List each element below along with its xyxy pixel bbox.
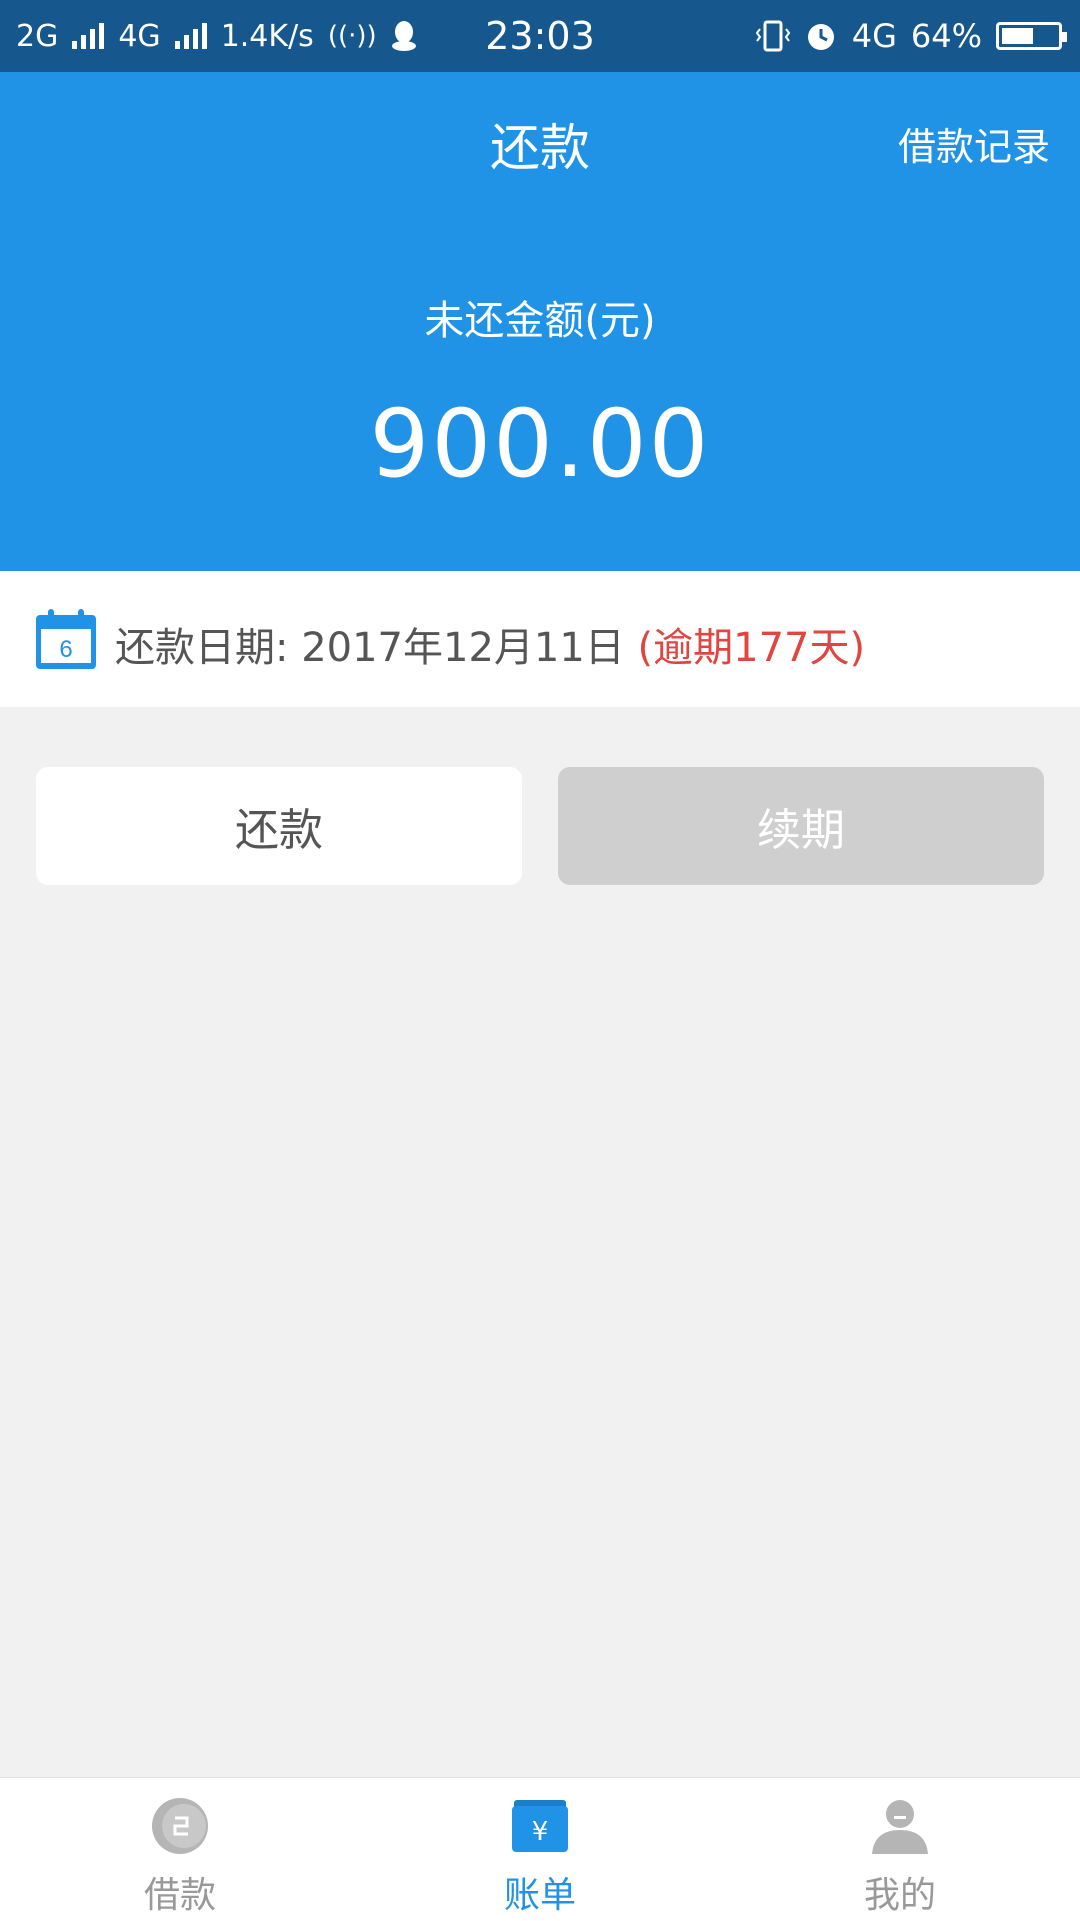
user-icon [872,1800,928,1854]
network-type-3: 4G [851,17,897,55]
battery-icon [996,22,1067,50]
overdue-badge: (逾期177天) [637,625,866,671]
calendar-icon: 6 [36,609,96,669]
due-date-label: 还款日期: [115,625,289,671]
wallet-icon: ¥ [512,1800,568,1852]
due-date-value: 2017年12月11日 [301,625,625,671]
nav-item-mine[interactable]: 我的 [780,1778,1020,1921]
status-right: 4G 64% [755,0,1067,72]
bottom-nav: 借款 ¥ 账单 我的 [0,1777,1080,1921]
svg-text:¥: ¥ [532,1817,549,1847]
vibrate-icon [755,20,790,52]
nav-label-bills: 账单 [503,1875,576,1916]
outstanding-amount-label: 未还金额(元) [424,298,656,344]
due-date-text: 还款日期: 2017年12月11日 (逾期177天) [115,615,865,673]
battery-percent: 64% [910,17,982,55]
nav-label-mine: 我的 [863,1875,936,1916]
outstanding-amount: 900.00 [369,390,711,499]
calendar-day: 6 [59,636,72,663]
due-date-row: 6 还款日期: 2017年12月11日 (逾期177天) [0,571,1080,707]
alarm-icon [807,24,834,50]
header: 还款 借款记录 未还金额(元) 900.00 [0,72,1080,571]
nav-item-bills[interactable]: ¥ 账单 [420,1778,660,1921]
status-bar: 2G 4G 1.4K/s ((·)) 23:03 4G 64% [0,0,1080,72]
nav-item-loan[interactable]: 借款 [60,1778,300,1921]
repay-button[interactable]: 还款 [36,767,522,885]
loan-icon [152,1798,208,1854]
loan-records-link[interactable]: 借款记录 [898,116,1050,171]
nav-label-loan: 借款 [143,1875,216,1916]
battery-fill [1002,28,1033,44]
renew-button[interactable]: 续期 [558,767,1044,885]
